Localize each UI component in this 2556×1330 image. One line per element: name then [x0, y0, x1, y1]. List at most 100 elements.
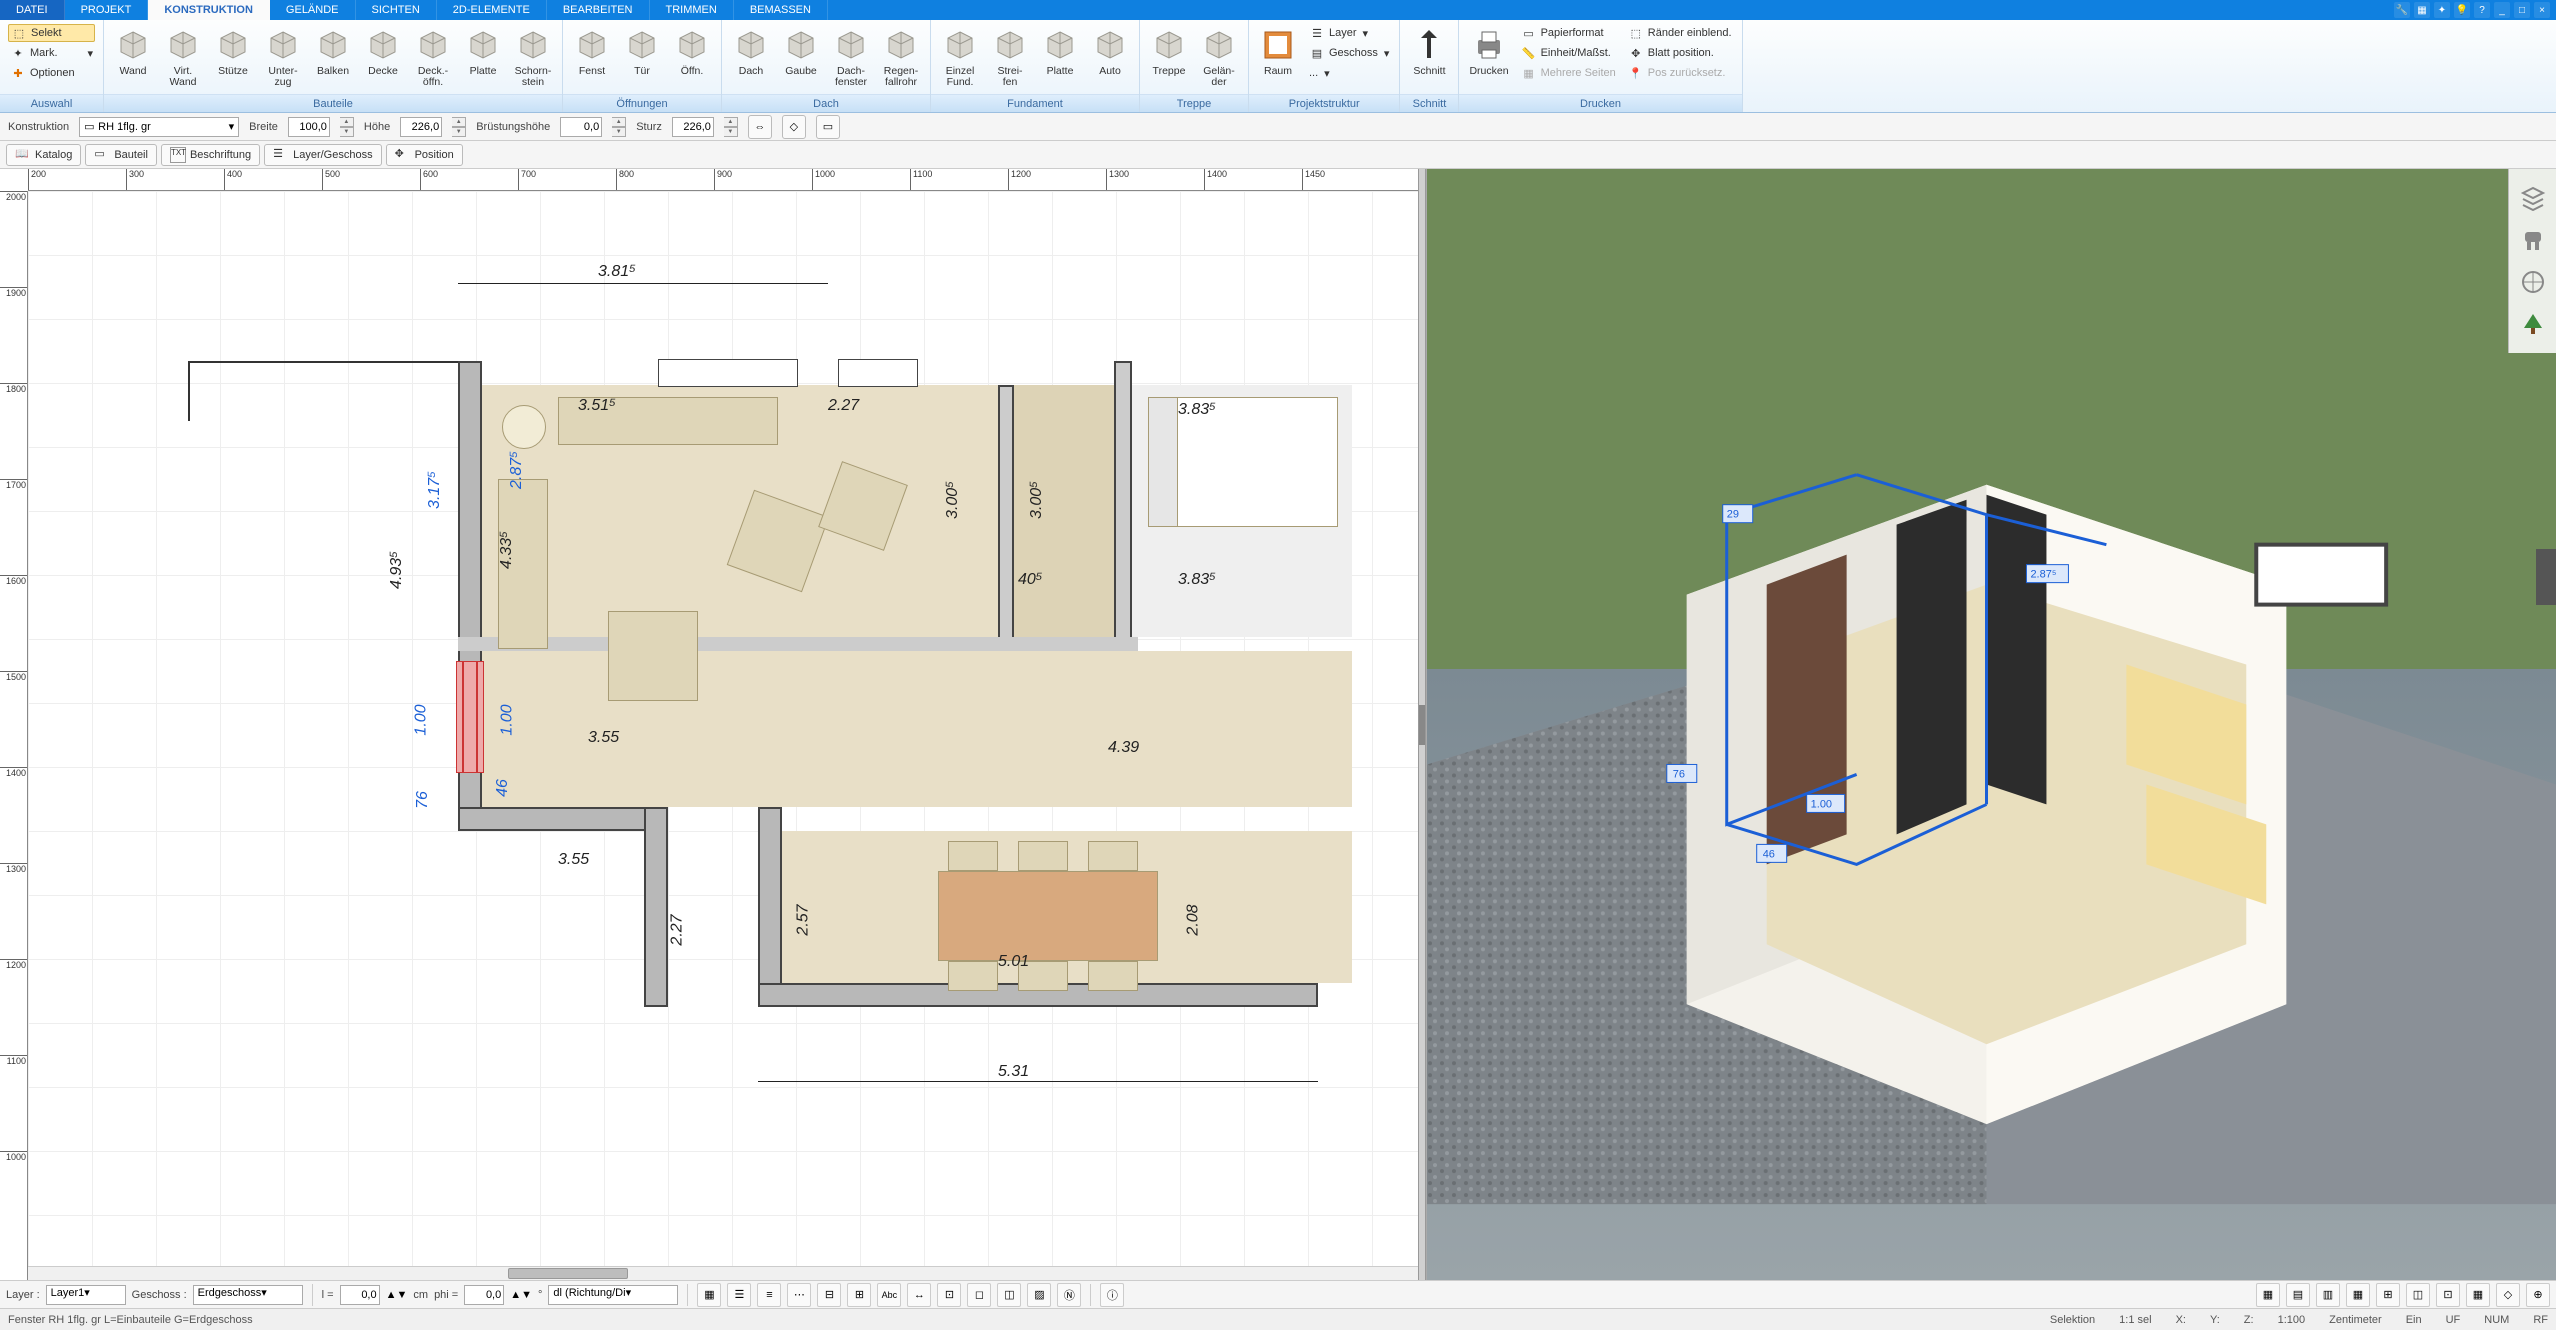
flip-h-icon[interactable]: ⇔ [748, 115, 772, 139]
view-2d[interactable]: 2003004005006007008009001000110012001300… [0, 169, 1418, 1280]
mirror-icon[interactable]: ▭ [816, 115, 840, 139]
fund-btn-1[interactable]: Strei- fen [985, 22, 1035, 92]
fund-btn-3[interactable]: Auto [1085, 22, 1135, 92]
flip-v-icon[interactable]: ◇ [782, 115, 806, 139]
l-input[interactable] [340, 1285, 380, 1305]
snap3-icon[interactable]: ≡ [757, 1283, 781, 1307]
tool-icon[interactable]: 🔧 [2394, 2, 2410, 18]
layer-combo[interactable]: Layer1▾ [46, 1285, 126, 1305]
more-dropdown[interactable]: ...▾ [1307, 64, 1391, 82]
treppe-btn-0[interactable]: Treppe [1144, 22, 1194, 92]
layer-geschoss-button[interactable]: ☰Layer/Geschoss [264, 144, 381, 166]
optionen-button[interactable]: ✚Optionen [8, 64, 95, 82]
fill-icon[interactable]: ▨ [1027, 1283, 1051, 1307]
papierformat-button[interactable]: ▭Papierformat [1519, 24, 1618, 42]
breite-spinner[interactable]: ▲▼ [340, 117, 354, 137]
v10-icon[interactable]: ⊕ [2526, 1283, 2550, 1307]
snap6-icon[interactable]: ⊞ [847, 1283, 871, 1307]
treppe-btn-1[interactable]: Gelän- der [1194, 22, 1244, 92]
katalog-button[interactable]: 📖Katalog [6, 144, 81, 166]
hoehe-spinner[interactable]: ▲▼ [452, 117, 466, 137]
geschoss-combo[interactable]: Erdgeschoss▾ [193, 1285, 303, 1305]
snap4-icon[interactable]: ⋯ [787, 1283, 811, 1307]
markieren-button[interactable]: ✦Mark.▾ [8, 44, 95, 62]
maximize-icon[interactable]: □ [2514, 2, 2530, 18]
einheit-button[interactable]: 📏Einheit/Maßst. [1519, 44, 1618, 62]
bauteil-btn-3[interactable]: Unter- zug [258, 22, 308, 92]
menu-sichten[interactable]: SICHTEN [356, 0, 437, 20]
menu-trimmen[interactable]: TRIMMEN [650, 0, 734, 20]
snap5-icon[interactable]: ⊟ [817, 1283, 841, 1307]
chair-icon[interactable] [2518, 225, 2548, 255]
bauteil-btn-8[interactable]: Schorn- stein [508, 22, 558, 92]
mehrere-seiten-button[interactable]: ▦Mehrere Seiten [1519, 64, 1618, 82]
beschriftung-button[interactable]: TXTBeschriftung [161, 144, 260, 166]
menu-konstruktion[interactable]: KONSTRUKTION [148, 0, 270, 20]
dim-icon[interactable]: ↔ [907, 1283, 931, 1307]
l-spinner[interactable]: ▲▼ [386, 1289, 408, 1301]
bauteil-btn-7[interactable]: Platte [458, 22, 508, 92]
blatt-pos-button[interactable]: ✥Blatt position. [1626, 44, 1734, 62]
v6-icon[interactable]: ◫ [2406, 1283, 2430, 1307]
dach-btn-2[interactable]: Dach- fenster [826, 22, 876, 92]
oeff-btn-0[interactable]: Fenst [567, 22, 617, 92]
bauteil-btn-5[interactable]: Decke [358, 22, 408, 92]
bruestung-input[interactable] [560, 117, 602, 137]
fund-btn-0[interactable]: Einzel Fund. [935, 22, 985, 92]
layer-dropdown[interactable]: ☰Layer▾ [1307, 24, 1391, 42]
group-icon[interactable]: ⊡ [937, 1283, 961, 1307]
splitter[interactable] [1418, 169, 1426, 1280]
v9-icon[interactable]: ◇ [2496, 1283, 2520, 1307]
v4-icon[interactable]: ▦ [2346, 1283, 2370, 1307]
help-icon[interactable]: ? [2474, 2, 2490, 18]
element-combo[interactable]: ▭RH 1flg. gr▾ [79, 117, 239, 137]
selekt-button[interactable]: ⬚Selekt [8, 24, 95, 42]
dach-btn-3[interactable]: Regen- fallrohr [876, 22, 926, 92]
v7-icon[interactable]: ⊡ [2436, 1283, 2460, 1307]
bauteil-btn-0[interactable]: Wand [108, 22, 158, 92]
close-icon[interactable]: × [2534, 2, 2550, 18]
schnitt-button[interactable]: Schnitt [1404, 22, 1454, 92]
geschoss-dropdown[interactable]: ▤Geschoss▾ [1307, 44, 1391, 62]
canvas-2d[interactable]: 3.81⁵ 3.51⁵ 2.27 3.83⁵ 3.83⁵ 4.93⁵ 3.17⁵… [28, 191, 1418, 1280]
fund-btn-2[interactable]: Platte [1035, 22, 1085, 92]
bauteil-btn-1[interactable]: Virt. Wand [158, 22, 208, 92]
plug-icon[interactable]: ✦ [2434, 2, 2450, 18]
tree-icon[interactable] [2518, 309, 2548, 339]
raender-button[interactable]: ⬚Ränder einblend. [1626, 24, 1734, 42]
menu-datei[interactable]: DATEI [0, 0, 65, 20]
bauteil-button[interactable]: ▭Bauteil [85, 144, 157, 166]
phi-spinner[interactable]: ▲▼ [510, 1289, 532, 1301]
menu-gelaende[interactable]: GELÄNDE [270, 0, 356, 20]
v8-icon[interactable]: ▦ [2466, 1283, 2490, 1307]
menu-2d[interactable]: 2D-ELEMENTE [437, 0, 547, 20]
phi-input[interactable] [464, 1285, 504, 1305]
letter-icon[interactable]: Ⓝ [1057, 1283, 1081, 1307]
menu-projekt[interactable]: PROJEKT [65, 0, 149, 20]
minimize-icon[interactable]: _ [2494, 2, 2510, 18]
side-handle[interactable] [2536, 549, 2556, 605]
menu-bemassen[interactable]: BEMASSEN [734, 0, 828, 20]
snap1-icon[interactable]: ▦ [697, 1283, 721, 1307]
raum-button[interactable]: Raum [1253, 22, 1303, 92]
breite-input[interactable] [288, 117, 330, 137]
bauteil-btn-4[interactable]: Balken [308, 22, 358, 92]
drucken-button[interactable]: Drucken [1463, 22, 1514, 92]
oeff-btn-2[interactable]: Öffn. [667, 22, 717, 92]
bauteil-btn-2[interactable]: Stütze [208, 22, 258, 92]
v3-icon[interactable]: ▥ [2316, 1283, 2340, 1307]
sturz-input[interactable] [672, 117, 714, 137]
box-icon[interactable]: ▦ [2414, 2, 2430, 18]
oeff-btn-1[interactable]: Tür [617, 22, 667, 92]
abc-icon[interactable]: Abc [877, 1283, 901, 1307]
position-button[interactable]: ✥Position [386, 144, 463, 166]
pos-reset-button[interactable]: 📍Pos zurücksetz. [1626, 64, 1734, 82]
dl-combo[interactable]: dl (Richtung/Di▾ [548, 1285, 678, 1305]
cut-icon[interactable]: ◫ [997, 1283, 1021, 1307]
tip-icon[interactable]: 💡 [2454, 2, 2470, 18]
view-3d[interactable]: 29 2.87⁵ 76 1.00 46 [1426, 169, 2556, 1280]
snap2-icon[interactable]: ☰ [727, 1283, 751, 1307]
layers-icon[interactable] [2518, 183, 2548, 213]
menu-bearbeiten[interactable]: BEARBEITEN [547, 0, 650, 20]
dach-btn-1[interactable]: Gaube [776, 22, 826, 92]
